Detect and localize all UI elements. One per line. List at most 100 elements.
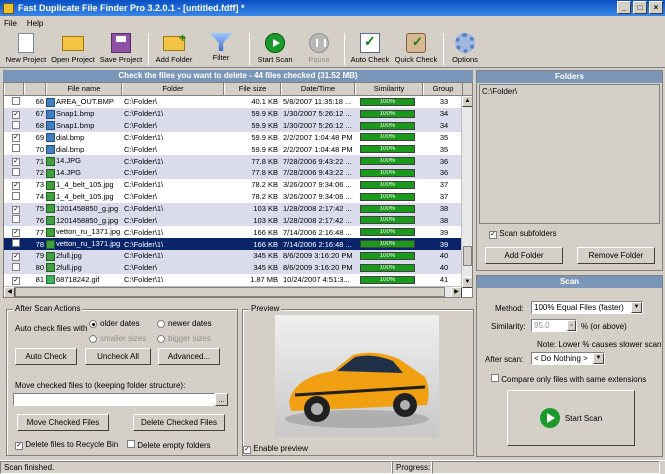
row-checkbox[interactable]: ✓ — [4, 109, 24, 119]
delete-checked-files-button[interactable]: Delete Checked Files — [133, 414, 225, 431]
row-checkbox[interactable] — [4, 262, 24, 273]
column-file-size[interactable]: File size — [224, 83, 281, 95]
minimize-button[interactable]: _ — [617, 1, 631, 14]
row-number: 66 — [35, 97, 44, 107]
hscroll-thumb[interactable] — [15, 287, 445, 297]
table-row[interactable]: ✓ 77 vetton_ru_1371.jpg C:\Folder\1\ 166 KB 7… — [4, 226, 472, 239]
column-folder[interactable]: Folder — [122, 83, 224, 95]
row-date-time: 8/6/2009 3:16:20 PM — [283, 263, 353, 273]
save-project-button[interactable]: Save Project — [97, 30, 145, 67]
row-checkbox[interactable]: ✓ — [4, 180, 24, 190]
row-file-name: Snap1.bmp — [46, 109, 122, 119]
enable-preview-checkbox[interactable]: ✓ Enable preview — [243, 444, 308, 454]
pause-button[interactable]: Pause — [297, 30, 341, 67]
remove-folder-button[interactable]: Remove Folder — [577, 247, 655, 264]
table-row[interactable]: ✓ 75 1201458850_g.jpg C:\Folder\1\ 103 KB 1/2… — [4, 202, 472, 215]
open-project-button[interactable]: Open Project — [49, 30, 97, 67]
delete-empty-folders-checkbox[interactable]: Delete empty folders — [127, 440, 211, 450]
table-row[interactable]: ✓ 69 dial.bmp C:\Folder\1\ 59.9 KB 2/2/2007 1… — [4, 131, 472, 144]
window-title: Fast Duplicate File Finder Pro 3.2.0.1 -… — [18, 3, 245, 13]
auto-check-action-button[interactable]: Auto Check — [15, 348, 77, 365]
table-row[interactable]: 66 AREA_OUT.BMP C:\Folder\ 40.1 KB 5/8/2007 … — [4, 96, 472, 108]
table-row[interactable]: 74 1_4_belt_105.jpg C:\Folder\ 78.2 KB 3/26/… — [4, 190, 472, 203]
folder-item[interactable]: C:\Folder\ — [482, 87, 657, 96]
similarity-bar: 100% — [360, 180, 415, 189]
row-file-size: 78.2 KB — [251, 180, 278, 190]
menu-file[interactable]: File — [4, 19, 17, 28]
row-checkbox[interactable]: ✓ — [4, 227, 24, 238]
scroll-up-arrow-icon[interactable]: ▲ — [462, 96, 472, 107]
radio-bigger-sizes[interactable]: bigger sizes — [157, 334, 211, 343]
browse-button[interactable]: ... — [215, 393, 228, 406]
grid-horizontal-scrollbar[interactable]: ◀ ▶ — [4, 286, 462, 297]
table-row[interactable]: 70 dial.bmp C:\Folder\ 59.9 KB 2/2/2007 1:04… — [4, 143, 472, 156]
row-checkbox[interactable]: ✓ — [4, 132, 24, 143]
radio-smaller-sizes[interactable]: smaller sizes — [89, 334, 146, 343]
close-button[interactable]: × — [649, 1, 663, 14]
table-row[interactable]: 72 14.JPG C:\Folder\ 77.8 KB 7/28/2006 9:43:… — [4, 167, 472, 179]
row-group: 41 — [439, 275, 449, 285]
radio-newer-dates[interactable]: newer dates — [157, 319, 212, 328]
menu-help[interactable]: Help — [27, 19, 43, 28]
row-checkbox[interactable] — [4, 191, 24, 202]
after-scan-select[interactable]: < Do Nothing > ▼ — [531, 352, 605, 365]
column-check[interactable] — [4, 83, 24, 95]
scan-subfolders-checkbox[interactable]: ✓ Scan subfolders — [489, 229, 557, 239]
row-checkbox[interactable]: ✓ — [4, 204, 24, 214]
row-checkbox[interactable] — [4, 239, 24, 249]
table-row[interactable]: ✓ 67 Snap1.bmp C:\Folder\1\ 59.9 KB 1/30/2007… — [4, 107, 472, 120]
table-row[interactable]: ✓ 79 2full.jpg C:\Folder\1\ 345 KB 8/6/2009 3… — [4, 249, 472, 262]
toolbar-separator — [148, 33, 149, 65]
column-file-name[interactable]: File name — [46, 83, 122, 95]
add-folder-panel-button[interactable]: Add Folder — [485, 247, 563, 264]
column-num[interactable] — [24, 83, 46, 95]
table-row[interactable]: ✓ 81 68718242.gif C:\Folder\1\ 1.87 MB 10/24/… — [4, 273, 472, 286]
table-row[interactable]: 78 vetton_ru_1371.jpg C:\Folder\1\ 166 KB 7/… — [4, 238, 472, 250]
table-row[interactable]: ✓ 71 14.JPG C:\Folder\1\ 77.8 KB 7/28/2006 9:… — [4, 155, 472, 168]
table-row[interactable]: 68 Snap1.bmp C:\Folder\ 59.9 KB 1/30/2007 5:… — [4, 119, 472, 132]
similarity-bar: 100% — [360, 204, 415, 213]
row-checkbox[interactable]: ✓ — [4, 275, 24, 285]
table-row[interactable]: ✓ 73 1_4_belt_105.jpg C:\Folder\1\ 78.2 KB 3/… — [4, 178, 472, 191]
table-row[interactable]: 80 2full.jpg C:\Folder\ 345 KB 8/6/2009 3:16… — [4, 261, 472, 274]
add-folder-button[interactable]: Add Folder — [152, 30, 196, 67]
auto-check-button[interactable]: Auto Check — [348, 30, 392, 67]
start-scan-panel-button[interactable]: Start Scan — [507, 390, 635, 446]
compare-extensions-checkbox[interactable]: Compare only files with same extensions — [491, 374, 646, 384]
quick-check-button[interactable]: Quick Check — [392, 30, 440, 67]
scroll-thumb[interactable] — [463, 246, 472, 266]
maximize-button[interactable]: □ — [633, 1, 647, 14]
row-checkbox[interactable] — [4, 96, 24, 107]
start-scan-button[interactable]: Start Scan — [253, 30, 297, 67]
row-checkbox[interactable] — [4, 167, 24, 178]
row-checkbox[interactable] — [4, 215, 24, 225]
move-checked-files-button[interactable]: Move Checked Files — [17, 414, 109, 431]
results-grid[interactable]: File name Folder File size Date/Time Sim… — [3, 82, 473, 298]
jpg-file-icon — [46, 239, 55, 249]
uncheck-all-button[interactable]: Uncheck All — [85, 348, 151, 365]
options-button[interactable]: Options — [447, 30, 483, 67]
folders-list[interactable]: C:\Folder\ — [479, 84, 660, 224]
column-group[interactable]: Group — [423, 83, 463, 95]
move-destination-input[interactable] — [13, 393, 215, 406]
row-checkbox[interactable]: ✓ — [4, 251, 24, 261]
row-checkbox[interactable]: ✓ — [4, 156, 24, 167]
new-project-button[interactable]: New Project — [3, 30, 49, 67]
recycle-bin-checkbox[interactable]: ✓ Delete files to Recycle Bin — [15, 440, 118, 450]
row-checkbox[interactable] — [4, 144, 24, 154]
advanced-button[interactable]: Advanced... — [158, 348, 220, 365]
radio-older-dates[interactable]: older dates — [89, 319, 140, 328]
scroll-left-arrow-icon[interactable]: ◀ — [4, 287, 15, 297]
column-similarity[interactable]: Similarity — [355, 83, 423, 95]
similarity-spinner[interactable]: 95.0 ▲ — [531, 319, 577, 332]
table-row[interactable]: 76 1201458850_g.jpg C:\Folder\ 103 KB 1/28/2… — [4, 214, 472, 227]
column-date-time[interactable]: Date/Time — [281, 83, 355, 95]
scroll-right-arrow-icon[interactable]: ▶ — [451, 287, 462, 297]
scroll-down-arrow-icon[interactable]: ▼ — [462, 277, 472, 288]
row-checkbox[interactable] — [4, 120, 24, 131]
filter-button[interactable]: Filter — [196, 30, 246, 67]
row-similarity: 100% — [355, 228, 423, 237]
grid-vertical-scrollbar[interactable]: ▲ ▼ — [461, 96, 472, 288]
row-date-time: 5/8/2007 11:35:18 ... — [283, 97, 352, 107]
method-select[interactable]: 100% Equal Files (faster) ▼ — [531, 301, 643, 314]
